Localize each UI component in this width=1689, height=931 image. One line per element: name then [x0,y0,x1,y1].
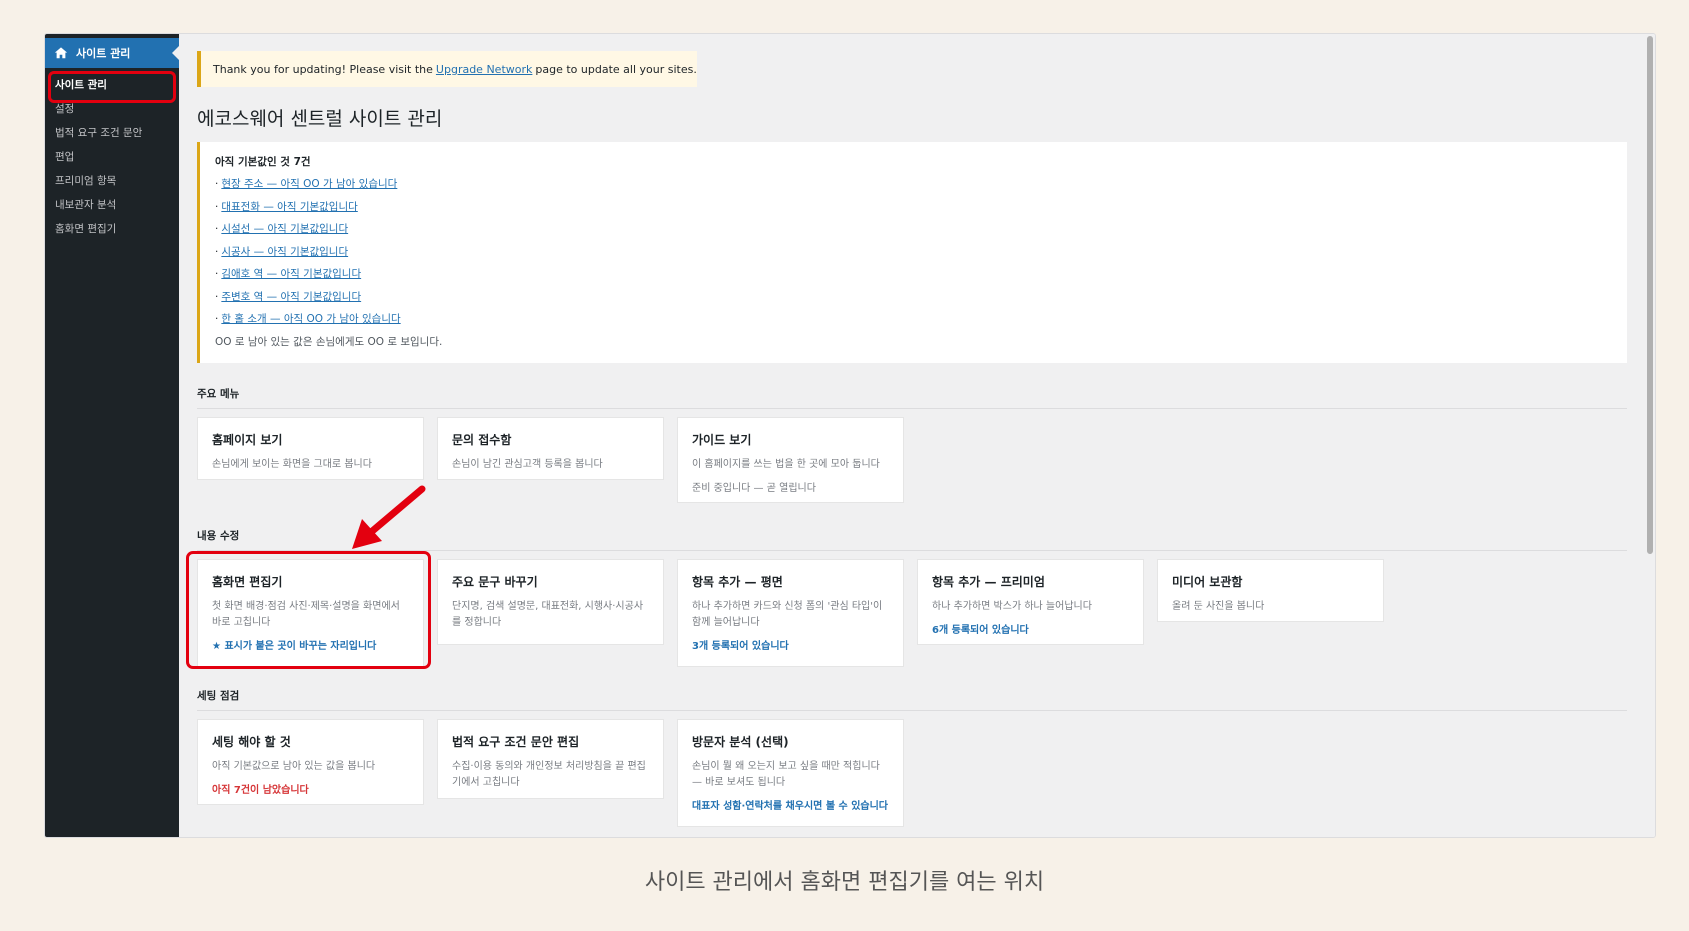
card-title: 미디어 보관함 [1172,575,1243,589]
card-desc: 단지명, 검색 설명문, 대표전화, 시행사·시공사를 정합니다 [452,601,644,628]
card-desc: 아직 기본값으로 남아 있는 값을 봅니다 [212,761,376,772]
home-icon [54,47,68,59]
section-divider [197,408,1627,409]
warning-link[interactable]: · 한 홀 소개 — 아직 OO 가 남아 있습니다 [215,311,1627,334]
card-title: 주요 문구 바꾸기 [452,575,538,589]
card-inquiry-inbox[interactable]: 문의 접수함 손님이 남긴 관심고객 등록을 봅니다 [437,417,664,480]
warning-link[interactable]: · 김애호 역 — 아직 기본값입니다 [215,266,1627,289]
card-desc: 손님이 뭘 왜 오는지 보고 싶을 때만 적힙니다 — 바로 보셔도 됩니다 [692,761,880,788]
card-legal-text-edit[interactable]: 법적 요구 조건 문안 편집 수집·이용 동의와 개인정보 처리방침을 끝 편집… [437,719,664,799]
card-desc: 하나 추가하면 카드와 신청 폼의 '관심 타입'이 함께 늘어납니다 [692,601,883,628]
scroll-thumb[interactable] [1647,36,1653,554]
warning-link[interactable]: · 현장 주소 — 아직 OO 가 남아 있습니다 [215,176,1627,199]
card-meta: 3개 등록되어 있습니다 [692,641,789,652]
card-title: 항목 추가 — 프리미엄 [932,575,1045,589]
card-meta: 6개 등록되어 있습니다 [932,625,1029,636]
sidebar-item-popup[interactable]: 편업 [45,144,179,168]
admin-sidebar: 사이트 관리 사이트 관리 설정 법적 요구 조건 문안 편업 프리미엄 항목 … [45,34,180,837]
card-visitor-analytics[interactable]: 방문자 분석 (선택) 손님이 뭘 왜 오는지 보고 싶을 때만 적힙니다 — … [677,719,904,827]
home-editor-highlight-box [186,551,431,669]
card-desc: 올려 둔 사진을 봅니다 [1172,601,1265,612]
card-desc: 하나 추가하면 박스가 하나 늘어납니다 [932,601,1092,612]
notice-text-after: page to update all your sites. [535,62,697,76]
warning-link[interactable]: · 주변호 역 — 아직 기본값입니다 [215,289,1627,312]
sidebar-item-analytics[interactable]: 내보관자 분석 [45,192,179,216]
section-label-content-edit: 내용 수정 [197,530,240,542]
admin-window: 사이트 관리 사이트 관리 설정 법적 요구 조건 문안 편업 프리미엄 항목 … [44,33,1656,838]
sidebar-site-admin[interactable]: 사이트 관리 [45,38,180,68]
sidebar-highlight-box [48,71,176,103]
notice-text-before: Thank you for updating! Please visit the [213,62,433,76]
card-meta: 아직 7건이 남았습니다 [212,785,309,796]
card-add-premium[interactable]: 항목 추가 — 프리미엄 하나 추가하면 박스가 하나 늘어납니다 6개 등록되… [917,559,1144,645]
update-notice: Thank you for updating! Please visit the… [197,51,697,87]
figure-caption: 사이트 관리에서 홈화면 편집기를 여는 위치 [644,870,1045,895]
warning-link[interactable]: · 대표전화 — 아직 기본값입니다 [215,199,1627,222]
warning-title: 아직 기본값인 것 7건 [215,156,311,168]
warning-link[interactable]: · 시설선 — 아직 기본값입니다 [215,221,1627,244]
section-label-main-menu: 주요 메뉴 [197,388,240,400]
card-title: 문의 접수함 [452,433,512,447]
card-desc: 손님이 남긴 관심고객 등록을 봅니다 [452,459,603,470]
current-menu-pointer [172,45,180,61]
sidebar-item-premium[interactable]: 프리미엄 항목 [45,168,179,192]
warning-note: OO 로 남아 있는 값은 손님에게도 OO 로 보입니다. [215,335,443,348]
card-edit-main-text[interactable]: 주요 문구 바꾸기 단지명, 검색 설명문, 대표전화, 시행사·시공사를 정합… [437,559,664,645]
section-label-setup-check: 세팅 점검 [197,690,240,702]
pointer-arrow-icon [352,485,426,549]
default-values-warning: 아직 기본값인 것 7건 · 현장 주소 — 아직 OO 가 남아 있습니다 · 대… [197,142,1627,363]
card-add-floorplan[interactable]: 항목 추가 — 평면 하나 추가하면 카드와 신청 폼의 '관심 타입'이 함께… [677,559,904,667]
card-setup-todo[interactable]: 세팅 해야 할 것 아직 기본값으로 남아 있는 값을 봅니다 아직 7건이 남… [197,719,424,805]
card-title: 항목 추가 — 평면 [692,575,783,589]
sidebar-item-legal-text[interactable]: 법적 요구 조건 문안 [45,120,179,144]
card-meta: 대표자 성함·연락처를 채우시면 볼 수 있습니다 [692,801,889,812]
upgrade-network-link[interactable]: Upgrade Network [436,63,532,76]
card-desc: 손님에게 보이는 화면을 그대로 봅니다 [212,459,372,470]
section-divider [197,710,1627,711]
card-desc: 이 홈페이지를 쓰는 법을 한 곳에 모아 둡니다 [692,459,880,470]
card-title: 홈페이지 보기 [212,433,283,447]
card-title: 세팅 해야 할 것 [212,735,291,749]
card-title: 방문자 분석 (선택) [692,735,789,749]
warning-link[interactable]: · 시공사 — 아직 기본값입니다 [215,244,1627,267]
card-status: 준비 중입니다 — 곧 열립니다 [692,483,816,494]
card-desc: 수집·이용 동의와 개인정보 처리방침을 끝 편집기에서 고칩니다 [452,761,646,788]
main-content: Thank you for updating! Please visit the… [197,34,1645,837]
page-title: 에코스웨어 센트럴 사이트 관리 [197,108,443,130]
card-view-guide[interactable]: 가이드 보기 이 홈페이지를 쓰는 법을 한 곳에 모아 둡니다 준비 중입니다… [677,417,904,503]
card-title: 가이드 보기 [692,433,752,447]
card-view-homepage[interactable]: 홈페이지 보기 손님에게 보이는 화면을 그대로 봅니다 [197,417,424,480]
sidebar-item-home-editor[interactable]: 홈화면 편집기 [45,216,179,240]
sidebar-top-label: 사이트 관리 [76,47,131,60]
vertical-scrollbar[interactable] [1645,34,1655,837]
card-title: 법적 요구 조건 문안 편집 [452,735,580,749]
card-media-library[interactable]: 미디어 보관함 올려 둔 사진을 봅니다 [1157,559,1384,622]
